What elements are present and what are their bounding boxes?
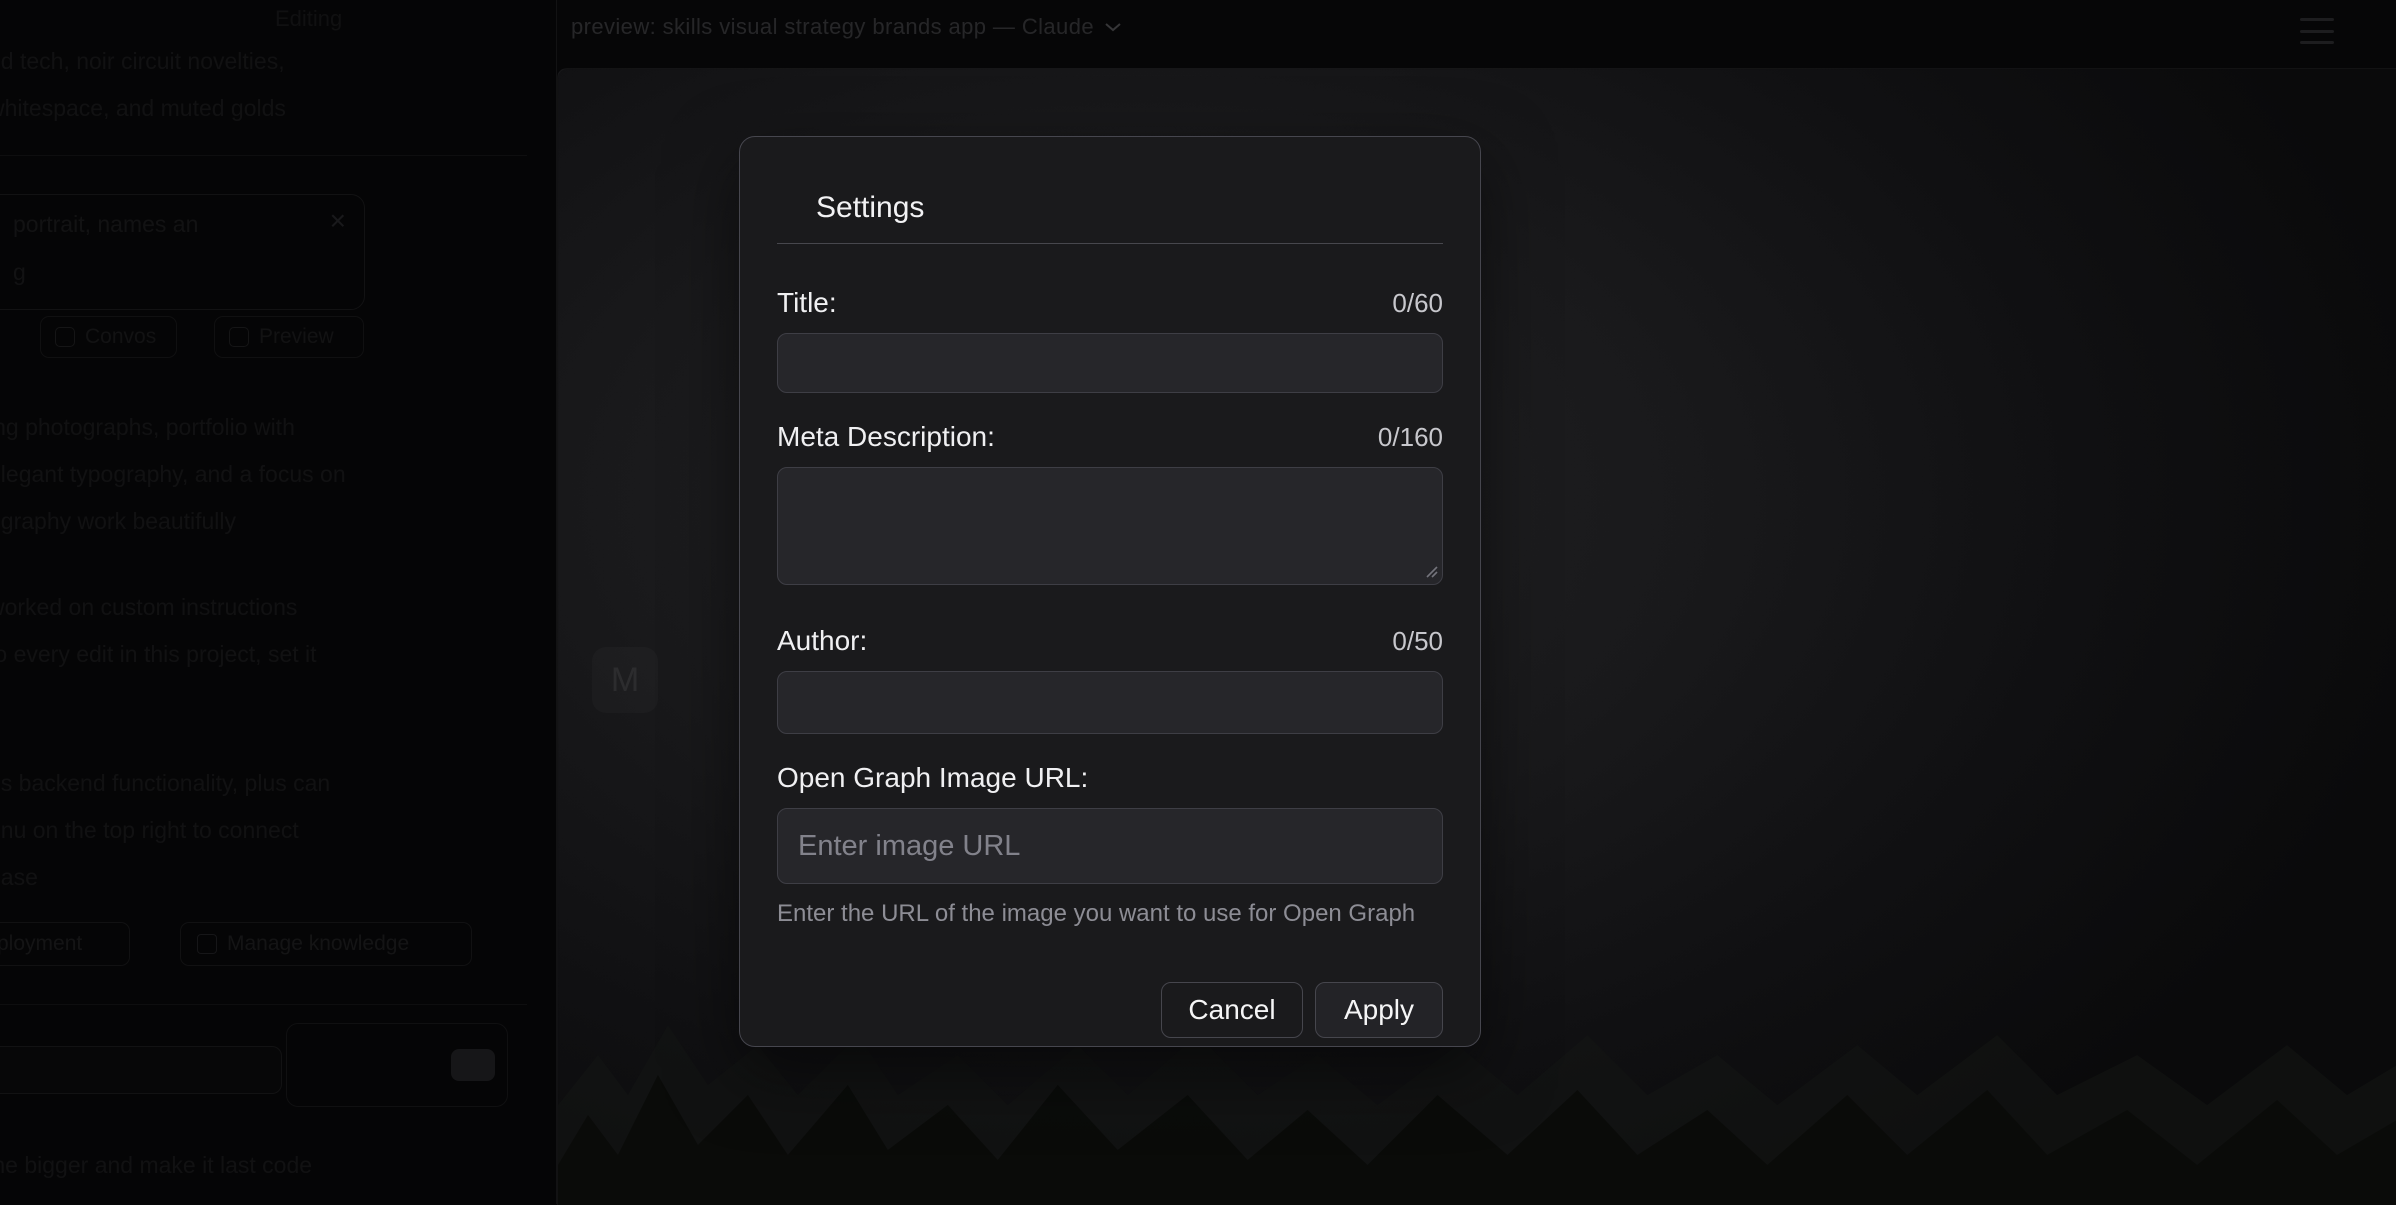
close-icon[interactable]: × <box>330 205 346 237</box>
resize-handle-icon[interactable] <box>1423 563 1438 578</box>
modal-divider <box>777 243 1443 244</box>
meta-description-textarea[interactable] <box>777 467 1443 585</box>
cancel-button[interactable]: Cancel <box>1161 982 1303 1038</box>
sidebar-divider <box>0 1004 527 1005</box>
sidebar-tab[interactable]: Editing <box>275 6 342 32</box>
sidebar-paragraph: ing photographs, portfolio withelegant t… <box>0 404 346 545</box>
sidebar: Editing nd tech, noir circuit novelties,… <box>0 0 556 1204</box>
title-input[interactable] <box>777 333 1443 393</box>
topbar: preview: skills visual strategy brands a… <box>557 0 2396 66</box>
screen-icon <box>229 327 249 347</box>
deployment-button[interactable]: ployment <box>0 922 130 966</box>
sidebar-pill-preview[interactable]: Preview <box>214 316 364 358</box>
send-icon[interactable] <box>451 1049 495 1081</box>
field-author: Author: 0/50 <box>777 625 1443 734</box>
chevron-down-icon <box>1104 21 1122 33</box>
field-title: Title: 0/60 <box>777 287 1443 393</box>
sidebar-card-subtitle: g <box>13 259 26 286</box>
sidebar-divider <box>0 155 527 156</box>
og-image-url-label: Open Graph Image URL: <box>777 762 1088 794</box>
sidebar-paragraph: es backend functionality, plus canenu on… <box>0 760 330 901</box>
manage-knowledge-button[interactable]: Manage knowledge <box>180 922 472 966</box>
breadcrumb[interactable]: preview: skills visual strategy brands a… <box>571 14 1122 40</box>
apply-button[interactable]: Apply <box>1315 982 1443 1038</box>
sidebar-card: portrait, names an × g <box>0 194 365 310</box>
author-label: Author: <box>777 625 867 657</box>
og-image-url-helper: Enter the URL of the image you want to u… <box>777 900 1443 928</box>
sidebar-card-title: portrait, names an <box>13 211 198 238</box>
sidebar-bottom-line: the bigger and make it last code <box>0 1152 312 1179</box>
title-label: Title: <box>777 287 837 319</box>
modal-actions: Cancel Apply <box>777 982 1443 1038</box>
meta-description-counter: 0/160 <box>1378 422 1443 453</box>
author-counter: 0/50 <box>1392 626 1443 657</box>
preview-logo: M <box>592 647 658 713</box>
author-input[interactable] <box>777 671 1443 734</box>
sidebar-message-input[interactable] <box>0 1046 282 1094</box>
sidebar-intro-line: nd tech, noir circuit novelties, <box>0 48 285 75</box>
sidebar-pill-convos[interactable]: Convos <box>40 316 177 358</box>
field-og-image-url: Open Graph Image URL: Enter the URL of t… <box>777 762 1443 928</box>
chat-icon <box>55 327 75 347</box>
settings-modal: Settings Title: 0/60 Meta Description: 0… <box>739 136 1481 1047</box>
menu-icon[interactable] <box>2300 18 2334 44</box>
sidebar-composer[interactable] <box>286 1023 508 1107</box>
sidebar-intro-line: whitespace, and muted golds <box>0 95 286 122</box>
sidebar-paragraph: worked on custom instructionsto every ed… <box>0 584 317 678</box>
title-counter: 0/60 <box>1392 288 1443 319</box>
modal-title: Settings <box>816 189 1443 227</box>
og-image-url-input[interactable] <box>777 808 1443 884</box>
book-icon <box>197 934 217 954</box>
meta-description-label: Meta Description: <box>777 421 995 453</box>
field-meta-description: Meta Description: 0/160 <box>777 421 1443 585</box>
